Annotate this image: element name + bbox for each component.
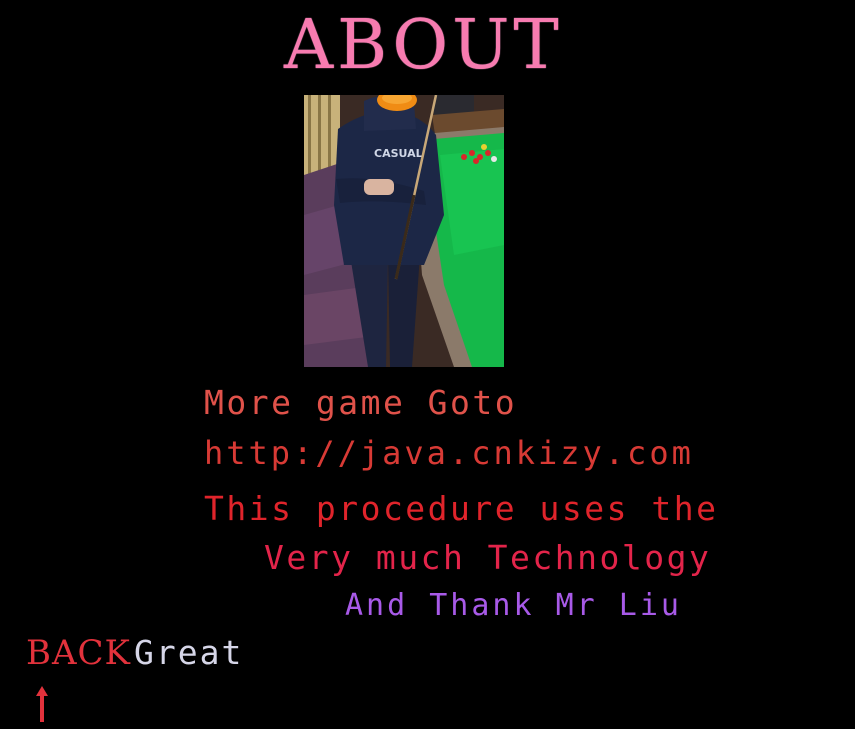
author-photo: CASUAL (304, 95, 504, 367)
about-line-technology: Very much Technology (264, 538, 712, 577)
about-line-procedure: This procedure uses the (204, 489, 719, 528)
about-line-thanks: And Thank Mr Liu (345, 588, 682, 623)
about-line-more-games: More game Goto (204, 383, 518, 422)
back-button[interactable]: BACK (26, 633, 131, 673)
about-line-website-link[interactable]: http://java.cnkizy.com (204, 433, 694, 473)
screen-title: ABOUT (284, 6, 563, 85)
svg-text:CASUAL: CASUAL (374, 147, 423, 160)
great-button[interactable]: Great (134, 633, 243, 673)
up-arrow-icon (33, 684, 51, 724)
